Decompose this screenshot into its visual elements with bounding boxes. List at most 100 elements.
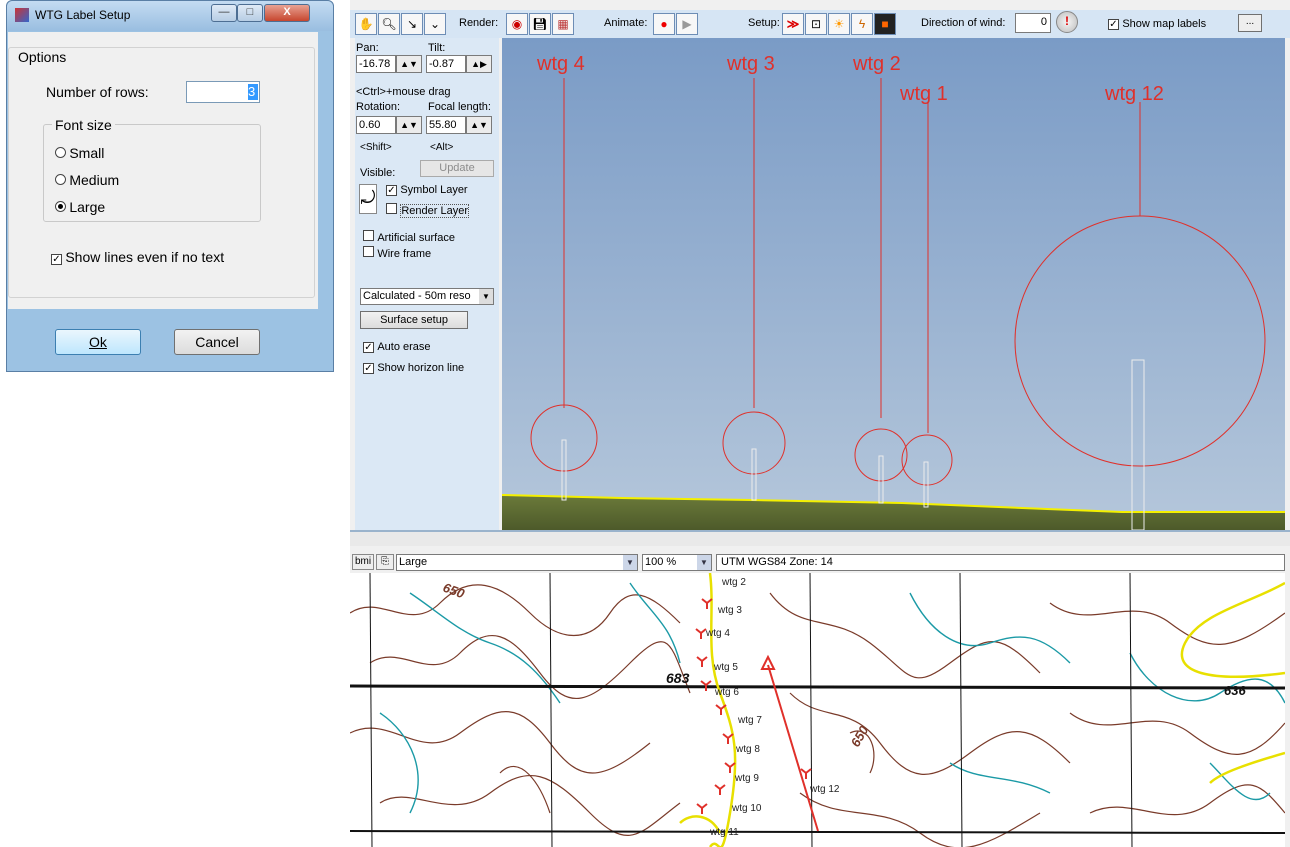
font-large-option[interactable]: Large xyxy=(55,199,105,215)
rows-input[interactable]: 3 xyxy=(186,81,260,103)
wind-direction-input[interactable]: 0 xyxy=(1015,13,1051,33)
map-label-wtg-5: wtg 5 xyxy=(713,662,738,673)
photomontage-view[interactable]: wtg 4 wtg 3 wtg 2 wtg 1 wtg 12 xyxy=(502,38,1285,530)
save-icon[interactable]: 💾︎ xyxy=(529,13,551,35)
sun-setup-icon[interactable]: ☀ xyxy=(828,13,850,35)
auto-erase-option[interactable]: ✓ Auto erase xyxy=(363,339,431,353)
app-icon xyxy=(15,8,29,22)
radio-small[interactable] xyxy=(55,147,66,158)
chevron-down-icon: ▼ xyxy=(697,555,711,570)
focal-length-spinner[interactable]: ▲▼ xyxy=(466,116,492,134)
scene-label-wtg-3: wtg 3 xyxy=(726,53,775,75)
curve-tool-icon[interactable]: ⌄ xyxy=(424,13,446,35)
maximize-button[interactable]: □ xyxy=(237,4,263,22)
close-button[interactable]: X xyxy=(264,4,310,22)
focal-length-input[interactable]: 55.80 xyxy=(426,116,466,134)
splitter[interactable] xyxy=(350,532,1290,546)
render-layer-checkbox[interactable] xyxy=(386,203,397,214)
map-size-select[interactable]: Large ▼ xyxy=(396,554,638,571)
update-button[interactable]: Update xyxy=(420,160,494,177)
show-horizon-checkbox[interactable]: ✓ xyxy=(363,363,374,374)
font-large-label: Large xyxy=(69,199,106,215)
play-icon[interactable]: ▶ xyxy=(676,13,698,35)
line-tool-icon[interactable]: ↘ xyxy=(401,13,423,35)
symbol-layer-label: Symbol Layer xyxy=(400,184,468,196)
coordinate-system-field: UTM WGS84 Zone: 14 xyxy=(716,554,1285,571)
minimize-button[interactable]: — xyxy=(211,4,237,22)
scene-label-wtg-12: wtg 12 xyxy=(1104,83,1164,105)
surface-type-select[interactable]: Calculated - 50m reso ▼ xyxy=(360,288,494,305)
contour-lines xyxy=(350,584,1285,847)
elevation-label-650-center: 650 xyxy=(848,723,872,750)
zoom-tool-icon[interactable]: 🔍︎ xyxy=(378,13,400,35)
rotation-input[interactable]: 0.60 xyxy=(356,116,396,134)
zoom-value: 100 % xyxy=(645,556,677,568)
font-small-label: Small xyxy=(69,145,105,161)
show-lines-option[interactable]: ✓ Show lines even if no text xyxy=(51,249,224,265)
dialog-title: WTG Label Setup xyxy=(35,8,131,22)
radio-large[interactable] xyxy=(55,201,66,212)
scene-label-wtg-4: wtg 4 xyxy=(536,53,585,75)
lightning-setup-icon[interactable]: ϟ xyxy=(851,13,873,35)
tilt-input[interactable]: -0.87 xyxy=(426,55,466,73)
symbol-layer-checkbox[interactable]: ✓ xyxy=(386,185,397,196)
more-options-button[interactable]: ... xyxy=(1238,14,1262,32)
rotation-spinner[interactable]: ▲▼ xyxy=(396,116,422,134)
swap-layers-icon[interactable]: ⤾ xyxy=(359,184,377,214)
zoom-select[interactable]: 100 % ▼ xyxy=(642,554,712,571)
font-medium-label: Medium xyxy=(69,172,120,188)
focal-length-label: Focal length: xyxy=(428,101,491,113)
auto-erase-checkbox[interactable]: ✓ xyxy=(363,342,374,353)
render-layer-option[interactable]: Render Layer xyxy=(386,203,469,218)
surface-setup-button[interactable]: Surface setup xyxy=(360,311,468,329)
export-image-icon[interactable]: ▦ xyxy=(552,13,574,35)
show-map-labels-checkbox[interactable]: ✓ xyxy=(1108,19,1119,30)
wind-direction-label: Direction of wind: xyxy=(921,17,1006,29)
show-horizon-option[interactable]: ✓ Show horizon line xyxy=(363,360,464,374)
copy-icon[interactable]: ⎘ xyxy=(376,554,394,570)
wind-dial-icon[interactable]: ! xyxy=(1056,11,1078,33)
animate-label: Animate: xyxy=(604,17,648,29)
hand-tool-icon[interactable]: ✋ xyxy=(355,13,377,35)
tilt-spinner[interactable]: ▲▶ xyxy=(466,55,492,73)
font-small-option[interactable]: Small xyxy=(55,145,104,161)
artificial-surface-checkbox[interactable] xyxy=(363,230,374,241)
wire-frame-option[interactable]: Wire frame xyxy=(363,246,431,260)
render-target-icon[interactable]: ◉ xyxy=(506,13,528,35)
map-canvas: wtg 2 wtg 3 wtg 4 wtg 5 wtg 6 wtg 7 wtg … xyxy=(350,573,1285,847)
rows-value: 3 xyxy=(248,84,258,100)
scene-canvas: wtg 4 wtg 3 wtg 2 wtg 1 wtg 12 xyxy=(502,38,1285,530)
sky xyxy=(502,38,1285,530)
radio-medium[interactable] xyxy=(55,174,66,185)
dialog-titlebar[interactable]: WTG Label Setup — □ X xyxy=(7,1,333,31)
road-lines xyxy=(679,573,1285,847)
grid-setup-icon[interactable]: ⊡ xyxy=(805,13,827,35)
rotation-label: Rotation: xyxy=(356,101,401,113)
map-label-wtg-6: wtg 6 xyxy=(714,687,739,698)
symbol-layer-option[interactable]: ✓ Symbol Layer xyxy=(386,182,468,196)
font-size-group-title: Font size xyxy=(52,117,115,133)
artificial-surface-option[interactable]: Artificial surface xyxy=(363,230,455,244)
topographic-map[interactable]: wtg 2 wtg 3 wtg 4 wtg 5 wtg 6 wtg 7 wtg … xyxy=(350,573,1285,847)
record-icon[interactable]: ● xyxy=(653,13,675,35)
rows-label: Number of rows: xyxy=(46,84,149,100)
show-lines-label: Show lines even if no text xyxy=(65,249,225,265)
scene-label-wtg-2: wtg 2 xyxy=(852,53,901,75)
wind-direction-setup-icon[interactable]: ≫ xyxy=(782,13,804,35)
pan-spinner[interactable]: ▲▼ xyxy=(396,55,422,73)
show-lines-checkbox[interactable]: ✓ xyxy=(51,254,62,265)
light-setup-icon[interactable]: ■ xyxy=(874,13,896,35)
ok-button[interactable]: Ok xyxy=(55,329,141,355)
render-label: Render: xyxy=(459,17,499,29)
ctrl-drag-hint: <Ctrl>+mouse drag xyxy=(356,86,451,98)
show-horizon-label: Show horizon line xyxy=(377,362,465,374)
cancel-button[interactable]: Cancel xyxy=(174,329,260,355)
map-label-wtg-4: wtg 4 xyxy=(705,628,730,639)
wire-frame-checkbox[interactable] xyxy=(363,246,374,257)
elevation-label-636: 636 xyxy=(1224,683,1246,698)
wind-direction-arrow xyxy=(760,654,819,832)
font-medium-option[interactable]: Medium xyxy=(55,172,119,188)
bmi-button[interactable]: bmi xyxy=(352,554,374,570)
pan-input[interactable]: -16.78 xyxy=(356,55,396,73)
show-map-labels-option[interactable]: ✓ Show map labels xyxy=(1108,16,1206,30)
